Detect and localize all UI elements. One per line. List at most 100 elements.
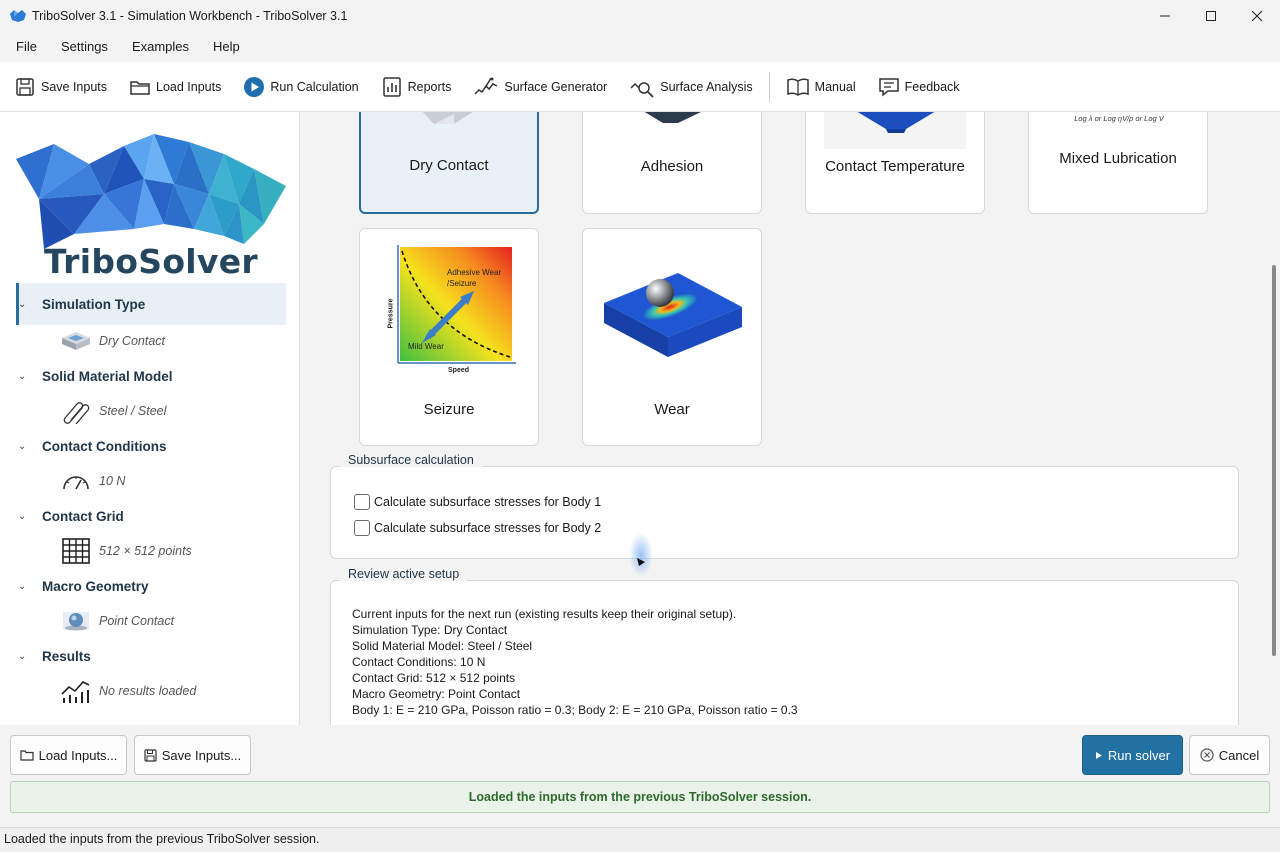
seizure-region-high-line1: Adhesive Wear (447, 268, 502, 277)
card-label: Dry Contact (409, 157, 489, 174)
wear-image (604, 273, 742, 357)
dry-contact-image (422, 112, 473, 124)
gauge-icon (60, 468, 92, 494)
load-inputs-label: Load Inputs... (38, 747, 118, 763)
toolbar-run-calculation-label: Run Calculation (270, 79, 359, 94)
grid-icon (60, 538, 92, 564)
save-inputs-label: Save Inputs... (161, 747, 242, 763)
subsurface-body2-row[interactable]: Calculate subsurface stresses for Body 2 (354, 520, 601, 536)
sidebar-item-value: Point Contact (99, 614, 175, 628)
toolbar-feedback-button[interactable]: Feedback (878, 76, 960, 98)
card-contact-temperature[interactable]: Contact Temperature (805, 112, 985, 214)
menu-bar: File Settings Examples Help (0, 32, 1280, 62)
card-seizure[interactable]: Pressure Speed Adhesive Wear /Seizure Mi… (359, 228, 539, 446)
minimize-icon (1160, 15, 1170, 17)
sidebar-item-dry-contact[interactable]: Dry Contact (60, 327, 165, 355)
card-dry-contact[interactable]: Dry Contact (359, 112, 539, 214)
card-adhesion[interactable]: Adhesion (582, 112, 762, 214)
section-label: Simulation Type (42, 296, 146, 312)
toolbar-surface-generator-button[interactable]: Surface Generator (473, 76, 607, 98)
chevron-down-icon: ⌄ (18, 650, 27, 662)
point-contact-icon (60, 608, 92, 634)
toolbar-run-calculation-button[interactable]: Run Calculation (243, 76, 359, 98)
chevron-down-icon: ⌄ (18, 298, 27, 310)
toolbar-load-inputs-button[interactable]: Load Inputs (129, 76, 221, 98)
sidebar: TriboSolver ⌄ Simulation Type Dry Contac… (0, 112, 300, 725)
seizure-region-low: Mild Wear (408, 342, 444, 351)
maximize-icon (1206, 11, 1216, 21)
review-line: Solid Material Model: Steel / Steel (352, 639, 533, 653)
review-line: Contact Grid: 512 × 512 points (352, 671, 516, 685)
review-group-title: Review active setup (340, 567, 468, 581)
contact-temperature-image (857, 112, 935, 133)
sidebar-section-solid-material-model[interactable]: ⌄ Solid Material Model (16, 355, 286, 397)
review-line: Current inputs for the next run (existin… (352, 607, 737, 621)
review-text-area: Current inputs for the next run (existin… (331, 581, 1238, 725)
sidebar-item-results[interactable]: No results loaded (60, 677, 196, 705)
results-chart-icon (60, 678, 92, 704)
toolbar-reports-button[interactable]: Reports (381, 76, 451, 98)
close-window-button[interactable] (1234, 0, 1280, 32)
toolbar-save-inputs-button[interactable]: Save Inputs (14, 76, 107, 98)
sidebar-section-contact-grid[interactable]: ⌄ Contact Grid (16, 495, 286, 537)
save-inputs-button[interactable]: Save Inputs... (134, 735, 251, 775)
seizure-chart-image (397, 245, 516, 364)
chevron-down-icon: ⌄ (18, 580, 27, 592)
card-mixed-lubrication[interactable]: Log λ or Log ηV/p or Log V Mixed Lubrica… (1028, 112, 1208, 214)
main-scrollbar[interactable] (1269, 112, 1280, 725)
review-line: Macro Geometry: Point Contact (352, 687, 521, 701)
menu-examples[interactable]: Examples (120, 32, 201, 62)
subsurface-body1-checkbox[interactable] (354, 494, 370, 510)
sidebar-item-macro-geometry[interactable]: Point Contact (60, 607, 174, 635)
card-wear[interactable]: Wear (582, 228, 762, 446)
seizure-ylabel: Pressure (387, 298, 395, 329)
book-icon (786, 77, 809, 96)
toolbar-manual-button[interactable]: Manual (786, 76, 856, 98)
maximize-button[interactable] (1188, 0, 1234, 32)
sidebar-item-value: No results loaded (99, 684, 197, 698)
surface-analysis-icon (630, 81, 654, 98)
stribeck-axis-label: Log λ or Log ηV/p or Log V (1074, 114, 1164, 123)
subsurface-body1-label: Calculate subsurface stresses for Body 1 (374, 495, 602, 509)
sidebar-section-results[interactable]: ⌄ Results (16, 635, 286, 677)
sidebar-item-value: 10 N (99, 474, 126, 488)
sidebar-section-simulation-type[interactable]: ⌄ Simulation Type (16, 283, 286, 325)
menu-help[interactable]: Help (201, 32, 252, 62)
mouse-cursor-icon (629, 533, 653, 577)
minimize-button[interactable] (1142, 0, 1188, 32)
toolbar-surface-analysis-button[interactable]: Surface Analysis (629, 76, 753, 98)
subsurface-body2-checkbox[interactable] (354, 520, 370, 536)
subsurface-body2-label: Calculate subsurface stresses for Body 2 (374, 521, 602, 535)
toolbar-surface-generator-label: Surface Generator (504, 79, 608, 94)
cancel-button[interactable]: Cancel (1189, 735, 1270, 775)
section-label: Contact Grid (42, 508, 124, 524)
run-solver-button[interactable]: Run solver (1082, 735, 1183, 775)
report-icon (382, 76, 401, 97)
folder-icon (20, 750, 34, 761)
scrollbar-thumb[interactable] (1272, 265, 1276, 656)
chevron-down-icon: ⌄ (18, 370, 27, 382)
status-bar: Loaded the inputs from the previous Trib… (0, 827, 1280, 852)
menu-file[interactable]: File (0, 32, 49, 62)
toolbar-surface-analysis-label: Surface Analysis (660, 79, 753, 94)
load-inputs-button[interactable]: Load Inputs... (10, 735, 127, 775)
toolbar-feedback-label: Feedback (904, 79, 960, 94)
sidebar-section-contact-conditions[interactable]: ⌄ Contact Conditions (16, 425, 286, 467)
subsurface-body1-row[interactable]: Calculate subsurface stresses for Body 1 (354, 494, 601, 510)
sidebar-item-contact-grid[interactable]: 512 × 512 points (60, 537, 192, 565)
sidebar-item-value: Dry Contact (99, 334, 165, 348)
feedback-icon (878, 77, 899, 97)
surface-generator-icon (474, 77, 498, 95)
chevron-down-icon: ⌄ (18, 440, 27, 452)
card-label: Mixed Lubrication (1059, 150, 1177, 167)
seizure-region-high: Adhesive Wear /Seizure (447, 267, 517, 289)
sidebar-section-macro-geometry[interactable]: ⌄ Macro Geometry (16, 565, 286, 607)
status-banner: Loaded the inputs from the previous Trib… (10, 781, 1270, 813)
play-icon (1095, 751, 1102, 759)
toolbar-save-inputs-label: Save Inputs (41, 79, 108, 94)
sidebar-item-contact-conditions[interactable]: 10 N (60, 467, 125, 495)
play-icon (244, 76, 265, 97)
sidebar-item-material[interactable]: Steel / Steel (60, 397, 166, 425)
card-label: Seizure (423, 401, 475, 418)
menu-settings[interactable]: Settings (49, 32, 120, 62)
